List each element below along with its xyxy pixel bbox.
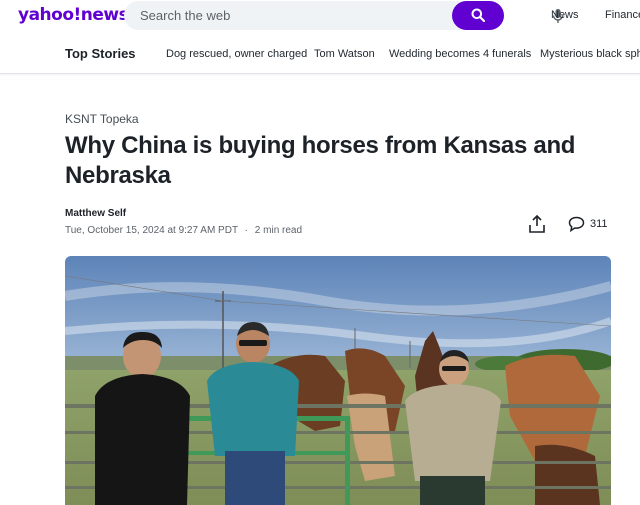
trending-link[interactable]: Tom Watson [314, 48, 375, 60]
article-provider[interactable]: KSNT Topeka [65, 112, 139, 126]
search-bar[interactable]: Search the web [124, 1, 564, 30]
yahoo-news-logo[interactable]: yahoo!news [18, 5, 129, 25]
trending-link[interactable]: Mysterious black sphe [540, 48, 640, 60]
top-header: yahoo!news Search the web News Finance [0, 0, 640, 32]
top-stories-bar: Top Stories Dog rescued, owner charged T… [0, 33, 640, 74]
top-stories-title[interactable]: Top Stories [65, 46, 136, 61]
share-icon[interactable] [528, 214, 546, 234]
trending-link[interactable]: Dog rescued, owner charged [166, 48, 307, 60]
search-icon [471, 8, 485, 22]
article-headline: Why China is buying horses from Kansas a… [65, 132, 576, 189]
article-meta: Tue, October 15, 2024 at 9:27 AM PDT · 2… [65, 225, 302, 236]
nav-finance[interactable]: Finance [605, 9, 640, 21]
trending-link[interactable]: Wedding becomes 4 funerals [389, 48, 531, 60]
meta-separator: · [244, 225, 249, 236]
search-input[interactable]: Search the web [140, 8, 230, 23]
comment-count[interactable]: 311 [590, 218, 608, 230]
article-author[interactable]: Matthew Self [65, 208, 126, 219]
article-date: Tue, October 15, 2024 at 9:27 AM PDT [65, 225, 238, 236]
nav-news[interactable]: News [551, 9, 579, 21]
comment-icon[interactable] [568, 216, 585, 232]
read-time: 2 min read [254, 225, 303, 236]
article-photo [65, 256, 611, 505]
search-button[interactable] [452, 1, 504, 30]
